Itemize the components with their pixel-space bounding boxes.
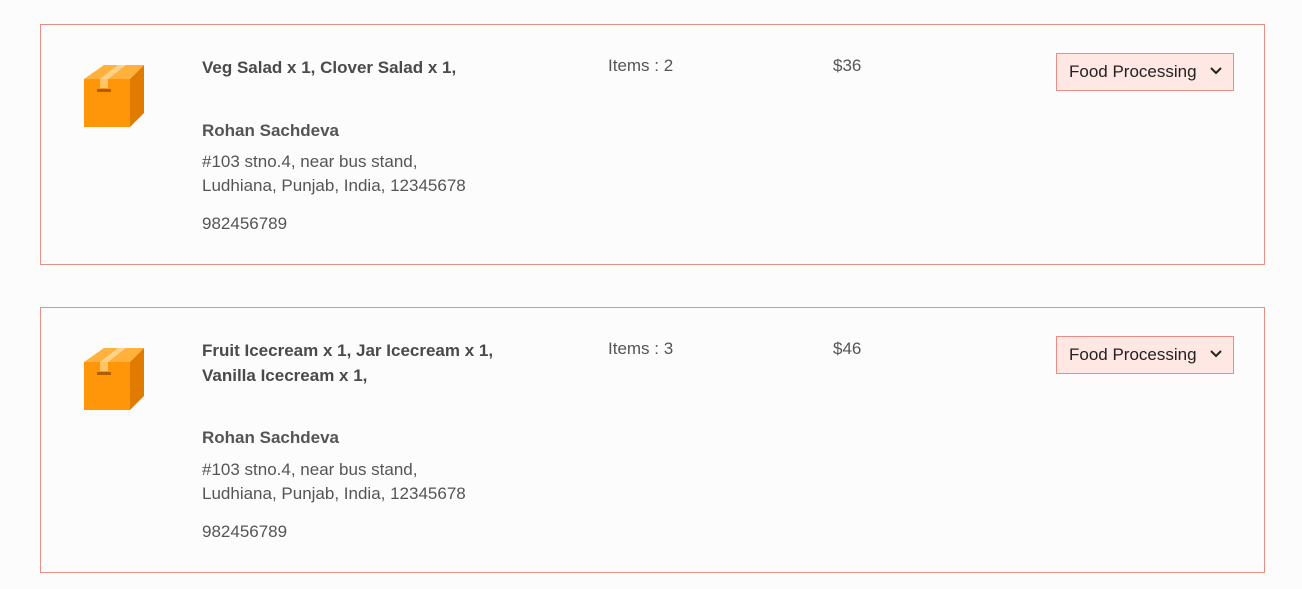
chevron-down-icon — [1210, 350, 1222, 358]
order-status-value: Food Processing — [1069, 345, 1197, 364]
address-line-2: Ludhiana, Punjab, India, 12345678 — [202, 484, 466, 503]
order-card: Veg Salad x 1, Clover Salad x 1, Rohan S… — [40, 24, 1265, 265]
parcel-box-icon — [84, 348, 144, 410]
address-line-1: #103 stno.4, near bus stand, — [202, 152, 418, 171]
order-status-value: Food Processing — [1069, 62, 1197, 81]
order-card: Fruit Icecream x 1, Jar Icecream x 1, Va… — [40, 307, 1265, 573]
address-line-2: Ludhiana, Punjab, India, 12345678 — [202, 176, 466, 195]
chevron-down-icon — [1210, 67, 1222, 75]
order-items-text: Veg Salad x 1, Clover Salad x 1, — [202, 58, 457, 77]
items-count: Items : 3 — [608, 339, 674, 358]
customer-address: #103 stno.4, near bus stand, Ludhiana, P… — [202, 150, 466, 198]
order-amount: $36 — [833, 56, 862, 75]
address-line-1: #103 stno.4, near bus stand, — [202, 460, 418, 479]
order-items-text: Fruit Icecream x 1, Jar Icecream x 1, Va… — [202, 341, 494, 385]
customer-phone: 982456789 — [202, 522, 288, 541]
customer-phone: 982456789 — [202, 214, 288, 233]
customer-name: Rohan Sachdeva — [202, 121, 339, 140]
order-amount: $46 — [833, 339, 862, 358]
items-count: Items : 2 — [608, 56, 674, 75]
order-status-select[interactable]: Food Processing — [1056, 336, 1234, 374]
customer-name: Rohan Sachdeva — [202, 428, 339, 447]
order-status-select[interactable]: Food Processing — [1056, 53, 1234, 91]
parcel-box-icon — [84, 65, 144, 127]
customer-address: #103 stno.4, near bus stand, Ludhiana, P… — [202, 458, 466, 506]
